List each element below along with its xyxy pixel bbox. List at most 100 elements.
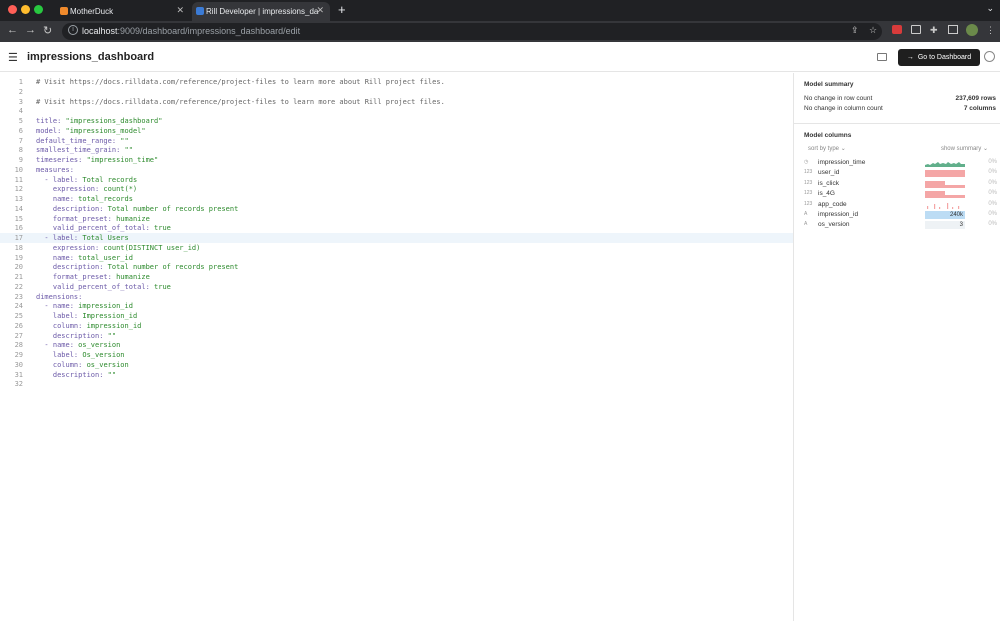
code-line[interactable]: 11 - label: Total records [0,175,793,185]
row-count-label: No change in row count [804,95,873,102]
code-line[interactable]: 29 label: Os_version [0,350,793,360]
model-column-row[interactable]: 123 user_id 0% [804,168,997,178]
row-count-value: 237,609 rows [955,95,996,102]
column-name: impression_time [818,159,866,166]
code-line[interactable]: 14 description: Total number of records … [0,204,793,214]
url-text: localhost:9009/dashboard/impressions_das… [82,26,301,36]
text-type-icon: A [804,211,808,217]
code-text: name: total_records [52,195,133,203]
line-number: 24 [14,302,23,311]
model-column-row[interactable]: 123 app_code 0% [804,200,997,210]
code-line[interactable]: 5 title: "impressions_dashboard" [0,116,793,126]
line-number: 30 [14,360,23,369]
line-number: 2 [18,87,23,96]
go-to-dashboard-button[interactable]: → Go to Dashboard [898,49,980,66]
code-line[interactable]: 19 name: total_user_id [0,253,793,263]
code-line[interactable]: 6 model: "impressions_model" [0,126,793,136]
browser-menu-icon[interactable]: ⋮ [986,25,995,36]
site-info-icon[interactable]: i [68,25,78,35]
column-name: user_id [818,169,840,177]
column-summary-chart [927,202,960,209]
code-line[interactable]: 13 name: total_records [0,194,793,204]
code-line[interactable]: 1 # Visit https://docs.rilldata.com/refer… [0,77,793,87]
browser-tab-motherduck[interactable]: MotherDuck ✕ [56,2,190,21]
line-number: 31 [14,370,23,379]
code-line[interactable]: 22 valid_percent_of_total: true [0,282,793,292]
extensions-puzzle-icon[interactable]: ✚ [930,25,938,36]
code-line[interactable]: 25 label: Impression_id [0,311,793,321]
new-tab-icon[interactable]: + [338,2,346,17]
menu-hamburger-icon[interactable]: ☰ [8,51,18,64]
profile-avatar-icon[interactable] [966,24,978,36]
code-line[interactable]: 9 timeseries: "impression_time" [0,155,793,165]
model-column-row[interactable]: Aos_version 3 0% [804,220,997,230]
maximize-window-button[interactable] [34,5,43,14]
code-text: - label: Total records [36,175,138,184]
numeric-type-icon: 123 [804,179,813,186]
address-bar[interactable]: i localhost:9009/dashboard/impressions_d… [62,23,882,40]
code-line[interactable]: 32 [0,379,793,389]
side-panel-icon[interactable] [948,25,958,34]
column-count-summary: No change in column count 7 columns [804,105,996,112]
bookmark-star-icon[interactable]: ☆ [869,25,877,36]
column-summary-chart [925,191,965,199]
user-avatar[interactable] [984,51,995,62]
code-line[interactable]: 17 - label: Total Users [0,233,793,243]
code-line[interactable]: 20 description: Total number of records … [0,262,793,272]
code-line[interactable]: 4 [0,106,793,116]
line-number: 1 [18,78,23,86]
code-line[interactable]: 30 column: os_version [0,360,793,370]
reload-icon[interactable]: ↻ [43,24,52,37]
close-window-button[interactable] [8,5,17,14]
show-summary-dropdown[interactable]: show summary ⌄ [941,145,988,152]
code-text: column: impression_id [52,321,142,330]
close-tab-icon[interactable]: ✕ [176,5,184,16]
code-line[interactable]: 18 expression: count(DISTINCT user_id) [0,243,793,253]
toggle-panel-icon[interactable] [877,53,887,61]
code-line[interactable]: 28 - name: os_version [0,340,793,350]
line-number: 23 [14,292,23,301]
code-text: description: Total number of records pre… [52,204,239,213]
code-line[interactable]: 3 # Visit https://docs.rilldata.com/refer… [0,97,793,107]
null-percent: 0% [988,169,997,176]
column-name: is_click [818,179,839,187]
code-line[interactable]: 2 [0,87,793,97]
code-line[interactable]: 26 column: impression_id [0,321,793,331]
minimize-window-button[interactable] [21,5,30,14]
code-line[interactable]: 31 description: "" [0,370,793,380]
line-number: 19 [14,253,23,262]
line-number: 25 [14,312,23,320]
forward-arrow-icon[interactable]: → [25,24,36,36]
code-line[interactable]: 21 format_preset: humanize [0,272,793,282]
tab-label: MotherDuck [70,7,114,16]
code-text: valid_percent_of_total: true [52,224,171,233]
code-line[interactable]: 10 measures: [0,165,793,175]
line-number: 27 [14,331,23,340]
code-line[interactable]: 16 valid_percent_of_total: true [0,223,793,233]
code-text: - name: impression_id [36,302,133,311]
model-column-row[interactable]: Aimpression_id 240k 0% [804,210,997,220]
share-icon[interactable]: ⇪ [851,25,859,36]
browser-tab-rill[interactable]: Rill Developer | impressions_da ✕ [192,2,330,21]
sort-by-type-dropdown[interactable]: sort by type ⌄ [808,145,846,152]
model-column-row[interactable]: 123 is_click 0% [804,179,997,189]
code-line[interactable]: 24 - name: impression_id [0,301,793,311]
code-line[interactable]: 8 smallest_time_grain: "" [0,145,793,155]
close-tab-icon[interactable]: ✕ [316,5,324,16]
code-line[interactable]: 23 dimensions: [0,292,793,302]
extension-red-icon[interactable] [892,25,902,34]
back-arrow-icon[interactable]: ← [7,24,18,36]
model-column-row[interactable]: 123 is_4G 0% [804,189,997,199]
code-line[interactable]: 12 expression: count(*) [0,184,793,194]
code-line[interactable]: 27 description: "" [0,331,793,341]
code-line[interactable]: 7 default_time_range: "" [0,136,793,146]
extension-screen-icon[interactable] [911,25,921,34]
tab-search-chevron-icon[interactable]: ⌄ [986,3,994,14]
code-line[interactable]: 15 format_preset: humanize [0,214,793,224]
column-count-value: 7 columns [963,105,996,112]
code-text: dimensions: [36,292,83,301]
column-name: impression_id [818,211,859,218]
yaml-editor[interactable]: 1 # Visit https://docs.rilldata.com/refer… [0,73,793,621]
model-column-row[interactable]: ◷ impression_time 0% [804,158,997,168]
numeric-type-icon: 123 [804,169,813,176]
